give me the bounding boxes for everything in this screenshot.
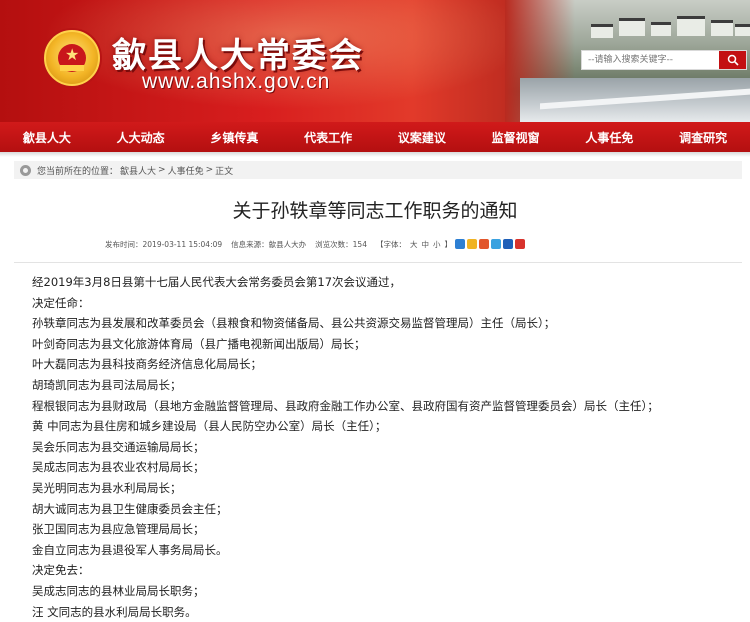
paragraph: 决定免去： (32, 563, 90, 578)
breadcrumb: 您当前所在的位置： 歙县人大 > 人事任免 > 正文 (14, 161, 742, 179)
nav-item-appointments[interactable]: 人事任免 (563, 122, 657, 152)
paragraph: 孙轶章同志为县发展和改革委员会（县粮食和物资储备局、县公共资源交易监督管理局）主… (32, 316, 556, 331)
banner-village-roofs (585, 8, 750, 48)
font-size-large[interactable]: 大 (410, 239, 418, 250)
nav-item-supervision[interactable]: 监督视窗 (469, 122, 563, 152)
breadcrumb-item-category[interactable]: 人事任免 (168, 164, 204, 177)
breadcrumb-separator: > (205, 165, 214, 175)
paragraph: 吴光明同志为县水利局局长； (32, 480, 182, 495)
paragraph: 吴成志同志的县林业局局长职务； (32, 583, 205, 598)
search-box (581, 50, 747, 70)
paragraph: 叶剑奇同志为县文化旅游体育局（县广播电视新闻出版局）局长； (32, 336, 366, 351)
breadcrumb-prefix: 您当前所在的位置： (37, 166, 119, 177)
share-people-icon[interactable] (502, 239, 513, 249)
site-banner: ★ 歙县人大常委会 www.ahshx.gov.cn (0, 0, 750, 122)
main-nav: 歙县人大 人大动态 乡镇传真 代表工作 议案建议 监督视窗 人事任免 调查研究 (0, 122, 750, 152)
share-bar (454, 239, 527, 249)
article-body: 经2019年3月8日县第十七届人民代表大会常务委员会第17次会议通过， 决定任命… (32, 272, 732, 622)
share-qzone-icon[interactable] (466, 239, 477, 249)
share-plus-icon[interactable] (454, 239, 465, 249)
info-source: 信息来源：歙县人大办 (231, 239, 307, 249)
location-icon (20, 164, 31, 176)
paragraph: 胡大诚同志为县卫生健康委员会主任； (32, 501, 228, 516)
national-emblem-icon: ★ (44, 30, 100, 86)
paragraph: 决定任命： (32, 295, 90, 310)
nav-item-news[interactable]: 人大动态 (94, 122, 188, 152)
article-meta: 发布时间：2019-03-11 15:04:09 信息来源：歙县人大办 浏览次数… (105, 237, 527, 251)
view-count: 浏览次数：154 (315, 239, 367, 249)
paragraph: 金自立同志为县退役军人事务局局长。 (32, 542, 228, 557)
font-size-label: 【字体： (375, 239, 406, 249)
paragraph: 吴成志同志为县农业农村局局长； (32, 460, 205, 475)
nav-item-towns[interactable]: 乡镇传真 (188, 122, 282, 152)
paragraph: 叶大磊同志为县科技商务经济信息化局局长； (32, 357, 262, 372)
nav-shadow (0, 152, 750, 157)
paragraph: 经2019年3月8日县第十七届人民代表大会常务委员会第17次会议通过， (32, 275, 402, 289)
share-renren-icon[interactable] (514, 239, 525, 249)
nav-item-research[interactable]: 调查研究 (656, 122, 750, 152)
paragraph: 胡琦凯同志为县司法局局长； (32, 377, 182, 392)
content-divider (14, 262, 742, 263)
paragraph: 程根银同志为县财政局（县地方金融监督管理局、县政府金融工作办公室、县政府国有资产… (32, 398, 659, 413)
nav-item-home[interactable]: 歙县人大 (0, 122, 94, 152)
site-url: www.ahshx.gov.cn (142, 70, 331, 93)
paragraph: 汪 文同志的县水利局局长职务。 (32, 604, 197, 619)
publish-time: 发布时间：2019-03-11 15:04:09 (105, 239, 223, 249)
font-size-close: 】 (444, 239, 452, 249)
font-size-small[interactable]: 小 (433, 239, 441, 250)
search-input[interactable] (582, 51, 720, 69)
paragraph: 黄 中同志为县住房和城乡建设局（县人民防空办公室）局长（主任）； (32, 419, 387, 434)
article-title: 关于孙轶章等同志工作职务的通知 (232, 200, 518, 222)
share-weibo-icon[interactable] (478, 239, 489, 249)
paragraph: 张卫国同志为县应急管理局局长； (32, 522, 205, 537)
nav-item-proposals[interactable]: 议案建议 (375, 122, 469, 152)
search-button[interactable] (719, 51, 746, 69)
share-tencent-icon[interactable] (490, 239, 501, 249)
search-icon (727, 54, 739, 66)
breadcrumb-item-home[interactable]: 歙县人大 (120, 164, 156, 177)
breadcrumb-item-current: 正文 (215, 166, 234, 177)
paragraph: 吴会乐同志为县交通运输局局长； (32, 439, 205, 454)
font-size-medium[interactable]: 中 (421, 239, 429, 250)
nav-item-deputies[interactable]: 代表工作 (281, 122, 375, 152)
breadcrumb-separator: > (158, 165, 166, 175)
